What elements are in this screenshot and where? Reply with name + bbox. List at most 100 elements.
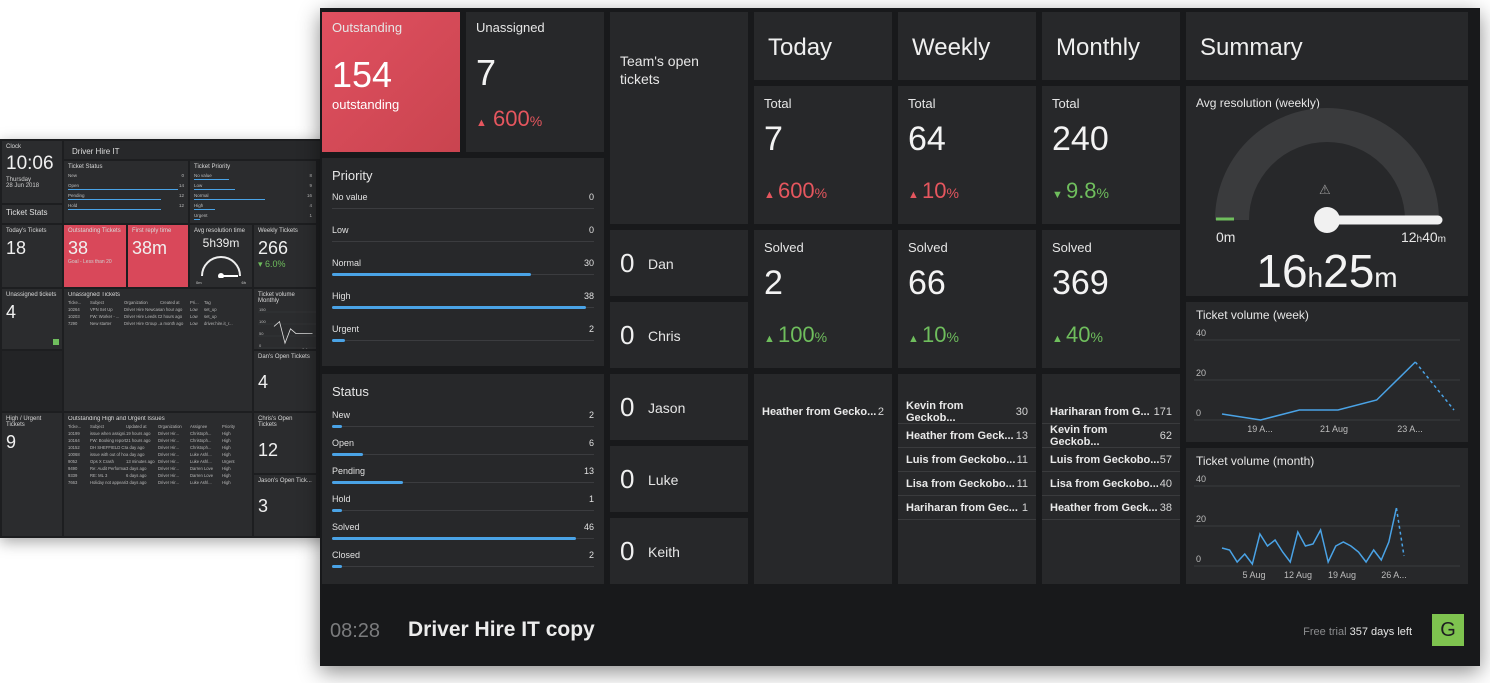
table-row[interactable]: 7290 New starter Driver Hire Group ... a mo… bbox=[68, 320, 248, 327]
table-row[interactable]: 7663 Holiday not appeari... 3 days ago Driv… bbox=[68, 479, 248, 486]
table-cell: 10199 bbox=[68, 431, 80, 436]
ticket-status-rows: New 0 Open 14 Pending 12 Hold 12 bbox=[68, 173, 184, 210]
leaderboard-row[interactable]: Heather from Gecko... 2 bbox=[754, 400, 892, 424]
status-row-track bbox=[332, 566, 594, 567]
priority-row: Urgent 2 bbox=[332, 324, 594, 342]
status-row-name: New bbox=[332, 410, 351, 420]
table-header-row[interactable]: Ticke... Subject Updated at Organization Ass… bbox=[68, 423, 248, 430]
team-member-tile[interactable]: 0 Jason bbox=[610, 374, 748, 440]
monthly-solved-label: Solved bbox=[1052, 240, 1092, 255]
leaderboard-row[interactable]: Lisa from Geckobo... 40 bbox=[1042, 472, 1180, 496]
summary-head: Summary bbox=[1200, 34, 1303, 61]
weekly-solved-label: Solved bbox=[908, 240, 948, 255]
x-tick-label: 8 Jun bbox=[302, 347, 312, 349]
leaderboard-row[interactable]: Heather from Geck... 13 bbox=[898, 424, 1036, 448]
table-row[interactable]: 10164 FW: Booking report... 21 hours ago Dr… bbox=[68, 437, 248, 444]
status-row-value: 13 bbox=[583, 466, 594, 476]
leaderboard-name: Heather from Gecko... bbox=[762, 406, 877, 418]
team-open-tile: Team's open tickets bbox=[610, 12, 748, 224]
status-row-name: Closed bbox=[332, 550, 361, 560]
chris-open-value: 12 bbox=[258, 440, 279, 460]
back-unassigned-label: Unassigned tickets bbox=[6, 292, 57, 298]
table-cell: High bbox=[222, 473, 231, 478]
today-total-change: ▲ 600% bbox=[764, 178, 827, 204]
monthly-total-change: ▼ 9.8% bbox=[1052, 178, 1109, 204]
y-tick-label: 0 bbox=[259, 343, 262, 348]
ticket_priority-row-bar bbox=[194, 199, 265, 200]
team-member-tile[interactable]: 0 Chris bbox=[610, 302, 748, 368]
table-row[interactable]: 10152 DH SHEFFIELD CSR...a day ago Driver … bbox=[68, 444, 248, 451]
team-member-count: 0 bbox=[620, 320, 635, 350]
back-title: Driver Hire IT bbox=[72, 147, 120, 156]
trial-days[interactable]: 357 days left bbox=[1350, 626, 1412, 638]
table-cell: Christoph... bbox=[190, 445, 212, 450]
table-cell: a day ago bbox=[126, 445, 145, 450]
table-cell: FW: Booking report... bbox=[90, 438, 126, 443]
table-cell: High bbox=[222, 431, 231, 436]
leaderboard-count: 30 bbox=[1015, 405, 1028, 418]
table-row[interactable]: 10203 FW: Worker - ... Driver Hire Leeds C… bbox=[68, 313, 248, 320]
geckoboard-logo-icon[interactable]: G bbox=[1432, 614, 1464, 646]
team-member-tile[interactable]: 0 Dan bbox=[610, 230, 748, 296]
outstanding-value: 154 bbox=[332, 54, 393, 95]
clock-time: 10:06 bbox=[6, 153, 54, 174]
table-cell: High bbox=[222, 466, 231, 471]
x-tick-label: 19 A... bbox=[1247, 424, 1273, 434]
leaderboard-row[interactable]: Hariharan from Gec... 1 bbox=[898, 496, 1036, 520]
weekly-leaderboard-tile: Kevin from Geckob... 30 Heather from Geck.… bbox=[898, 374, 1036, 584]
team-member-tile[interactable]: 0 Keith bbox=[610, 518, 748, 584]
table-cell: Driver Hir... bbox=[158, 480, 179, 485]
leaderboard-name: Kevin from Geckob... bbox=[1050, 423, 1108, 448]
x-tick-label: 19 Aug bbox=[1328, 570, 1356, 580]
team-member-tile[interactable]: 0 Luke bbox=[610, 446, 748, 512]
status-row-bar bbox=[332, 565, 343, 568]
table-header-row[interactable]: Ticke... Subject Organization Created at Pri… bbox=[68, 299, 248, 306]
status-row: New 2 bbox=[332, 410, 594, 428]
footer-time: 08:28 bbox=[330, 620, 381, 642]
table-row[interactable]: 9052 Ops X Crash 13 minutes ago Driver Hir.… bbox=[68, 458, 248, 465]
today-total-change-value: 600 bbox=[777, 178, 815, 203]
table-row[interactable]: 10199 issue when assigni... 19 hours ago Dr… bbox=[68, 430, 248, 437]
monthly-head: Monthly bbox=[1056, 34, 1141, 61]
x-tick-label: 21 Aug bbox=[1320, 424, 1348, 434]
gauge-max-label: 12h40m bbox=[1401, 229, 1446, 245]
table-row[interactable]: 10068 issue with out of ho... a day ago Dri… bbox=[68, 451, 248, 458]
series-line bbox=[1221, 361, 1416, 421]
ticket_status-row-name: New bbox=[68, 173, 78, 178]
todays-tickets-label: Today's Tickets bbox=[6, 228, 47, 234]
leaderboard-row[interactable]: Kevin from Geckob... 62 bbox=[1042, 424, 1180, 448]
series-projection bbox=[1414, 361, 1455, 411]
ticket-priority-label: Ticket Priority bbox=[194, 164, 231, 170]
back-avg-resolution-value: 5h39m bbox=[202, 236, 240, 250]
leaderboard-row[interactable]: Lisa from Geckobo... 11 bbox=[898, 472, 1036, 496]
leaderboard-count: 2 bbox=[877, 406, 884, 418]
table-row[interactable]: 9339 RE: ML 3 6 days ago Driver Hir... Darre… bbox=[68, 472, 248, 479]
leaderboard-row[interactable]: Hariharan from G... 171 bbox=[1042, 400, 1180, 424]
ticket-stats-tab[interactable]: Ticket Stats bbox=[2, 205, 62, 223]
table-row[interactable]: 9490 Re: Audit Performan...3 days ago Driv… bbox=[68, 465, 248, 472]
weekly-head-tile: Weekly bbox=[898, 12, 1036, 80]
priority-row-value: 38 bbox=[583, 291, 594, 301]
table-cell: issue with out of ho... bbox=[90, 452, 126, 457]
ticket_priority-row-value: 8 bbox=[309, 173, 312, 178]
table-cell: an hour ago bbox=[160, 307, 183, 312]
chris-open-label: Chris's Open Tickets bbox=[258, 416, 293, 428]
priority-row-name: Low bbox=[332, 225, 349, 235]
weekly-solved-change-unit: % bbox=[946, 329, 959, 345]
hu-list-label: Outstanding High and Urgent Issues bbox=[68, 416, 165, 422]
up-arrow-icon: ▲ bbox=[1052, 333, 1066, 345]
background-dashboard: Clock 10:06 Thursday 28 Jun 2018 Ticket … bbox=[0, 139, 330, 538]
up-arrow-icon: ▲ bbox=[908, 189, 922, 201]
leaderboard-row[interactable]: Kevin from Geckob... 30 bbox=[898, 400, 1036, 424]
leaderboard-row[interactable]: Luis from Geckobo... 11 bbox=[898, 448, 1036, 472]
table-row[interactable]: 10264 VPN Set Up Driver Hire Newcas... an h… bbox=[68, 306, 248, 313]
volume-week-chart: 0 20 40 19 A... 21 Aug 23 A... bbox=[1194, 328, 1460, 434]
table-cell: FW: Worker - ... bbox=[90, 314, 120, 319]
priority-row-name: Urgent bbox=[332, 324, 360, 334]
back-outstanding-goal: Goal - Less than 20 bbox=[68, 259, 112, 265]
leaderboard-row[interactable]: Luis from Geckobo... 57 bbox=[1042, 448, 1180, 472]
leaderboard-row[interactable]: Heather from Geck... 38 bbox=[1042, 496, 1180, 520]
unassigned-list-label: Unassigned Tickets bbox=[68, 292, 121, 298]
table-cell: a month ago bbox=[160, 321, 184, 326]
jason-open-tile: Jason's Open Tick... 3 bbox=[254, 475, 316, 536]
